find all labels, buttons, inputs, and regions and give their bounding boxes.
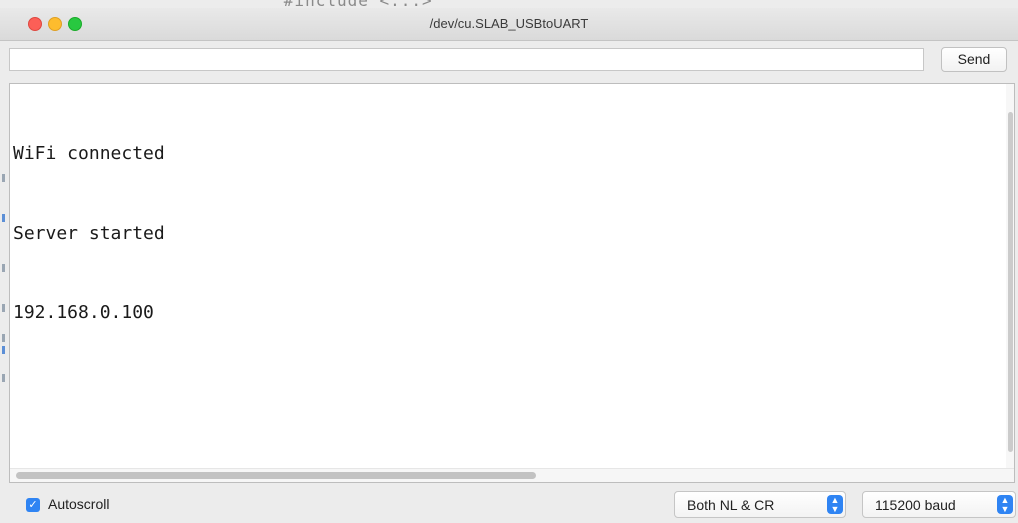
output-line: Server started bbox=[13, 222, 165, 244]
serial-monitor-window: #include <...> /dev/cu.SLAB_USBtoUART Se… bbox=[0, 0, 1018, 523]
horizontal-scrollbar[interactable] bbox=[10, 468, 1014, 482]
autoscroll-label[interactable]: Autoscroll bbox=[48, 496, 109, 512]
baud-rate-select[interactable]: 115200 baud ▲ ▼ bbox=[862, 491, 1016, 518]
checkmark-icon: ✓ bbox=[28, 499, 38, 511]
up-down-chevron-icon: ▲ ▼ bbox=[827, 495, 843, 514]
title-bar: /dev/cu.SLAB_USBtoUART bbox=[0, 8, 1018, 41]
editor-edge-marks bbox=[0, 84, 9, 483]
output-line: 192.168.0.100 bbox=[13, 302, 154, 323]
baud-rate-value: 115200 baud bbox=[875, 497, 956, 513]
window-title: /dev/cu.SLAB_USBtoUART bbox=[429, 16, 589, 31]
send-button[interactable]: Send bbox=[941, 47, 1007, 72]
serial-output-area[interactable]: WiFi connected Server started 192.168.0.… bbox=[9, 83, 1015, 483]
line-ending-select[interactable]: Both NL & CR ▲ ▼ bbox=[674, 491, 846, 518]
autoscroll-checkbox[interactable]: ✓ bbox=[26, 498, 40, 512]
serial-output-text: WiFi connected Server started 192.168.0.… bbox=[13, 88, 165, 380]
vertical-scrollbar-thumb[interactable] bbox=[1008, 112, 1013, 452]
output-line: WiFi connected bbox=[13, 143, 165, 164]
line-ending-value: Both NL & CR bbox=[687, 497, 775, 513]
up-down-chevron-icon: ▲ ▼ bbox=[997, 495, 1013, 514]
status-bar: ✓ Autoscroll Both NL & CR ▲ ▼ 115200 baud… bbox=[0, 483, 1018, 523]
vertical-scrollbar[interactable] bbox=[1006, 84, 1014, 482]
serial-send-input[interactable] bbox=[9, 48, 924, 71]
horizontal-scrollbar-thumb[interactable] bbox=[16, 472, 536, 479]
send-bar: Send bbox=[0, 41, 1018, 83]
